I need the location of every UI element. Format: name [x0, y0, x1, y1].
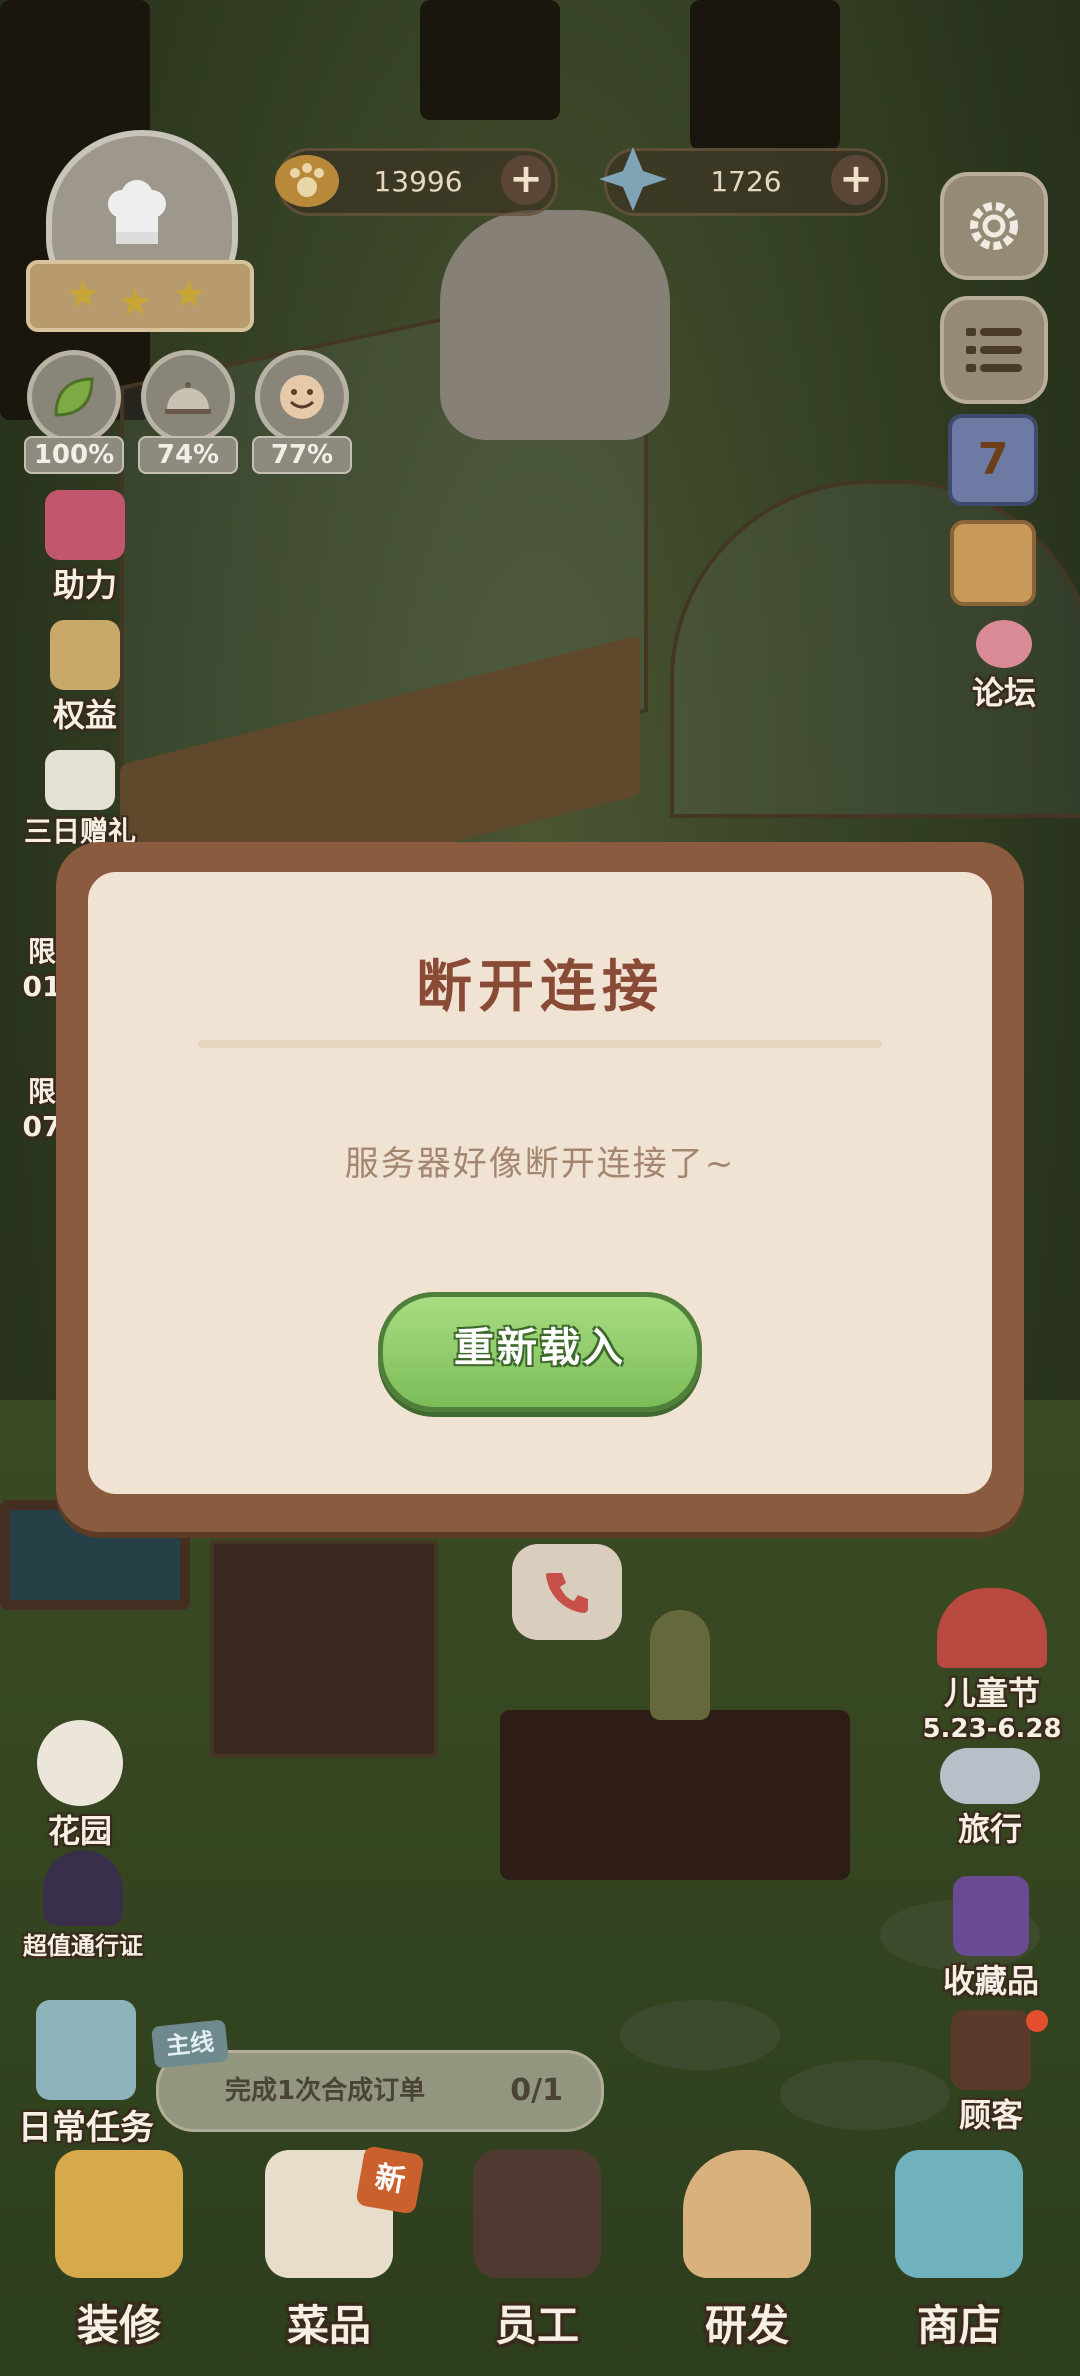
- nav-label: 装修: [76, 2301, 161, 2350]
- customer-book-icon: [951, 2010, 1031, 2090]
- collection-button[interactable]: 收藏品: [926, 1876, 1056, 2002]
- new-badge: 新: [355, 2145, 425, 2215]
- garden-button[interactable]: 花园: [20, 1720, 140, 1852]
- gem-amount: 1726: [710, 165, 782, 198]
- dialog-message: 服务器好像断开连接了~: [344, 1144, 736, 1184]
- carousel-icon: [937, 1588, 1047, 1668]
- star-icon: ★: [66, 272, 101, 316]
- nav-label: 员工: [494, 2301, 579, 2350]
- stat-value: 74%: [138, 436, 238, 474]
- coin-counter[interactable]: 13996 +: [275, 148, 558, 216]
- stat-food[interactable]: 74%: [138, 350, 238, 474]
- nav-staff[interactable]: 员工: [452, 2150, 622, 2376]
- star-icon: ★: [172, 272, 207, 316]
- paint-bucket-icon: [55, 2150, 183, 2278]
- paw-coin-icon: [275, 155, 339, 207]
- star-icon: ★: [118, 280, 153, 324]
- smiley-icon: [255, 350, 349, 444]
- travel-label: 旅行: [957, 1810, 1022, 1848]
- cloche-icon: [141, 350, 235, 444]
- envelope-icon: [950, 520, 1036, 606]
- cat-face-icon: [976, 620, 1032, 668]
- childrens-day-label: 儿童节: [943, 1674, 1040, 1712]
- phone-call-bubble[interactable]: [512, 1544, 622, 1640]
- pass-character-icon: [43, 1850, 123, 1926]
- disconnect-dialog: 断开连接 服务器好像断开连接了~ 重新载入: [56, 842, 1024, 1532]
- travel-button[interactable]: 旅行: [920, 1748, 1060, 1850]
- collection-cabinet-icon: [953, 1876, 1029, 1956]
- airplane-icon: [940, 1748, 1040, 1804]
- settings-button[interactable]: [940, 172, 1048, 280]
- nav-shop[interactable]: 商店: [874, 2150, 1044, 2376]
- shop-storefront-icon: [895, 2150, 1023, 2278]
- dialog-divider: [198, 1040, 882, 1048]
- bottom-nav: 装修 菜品 员工 研发 商店: [0, 2150, 1080, 2376]
- stat-satisfaction[interactable]: 77%: [252, 350, 352, 474]
- quest-progress: 0/1: [510, 2073, 563, 2108]
- calendar-button[interactable]: 7: [948, 414, 1038, 506]
- three-day-gift-button[interactable]: 三日赠礼: [20, 750, 140, 850]
- phone-icon: [546, 1573, 588, 1613]
- stat-cleanliness[interactable]: 100%: [24, 350, 124, 474]
- diamond-gem-icon: [599, 147, 667, 211]
- menu-list-button[interactable]: [940, 296, 1048, 404]
- daily-tasks-button[interactable]: 日常任务: [6, 2000, 166, 2149]
- main-quest-tag: 主线: [151, 2019, 229, 2069]
- benefits-button[interactable]: 权益: [30, 620, 140, 736]
- daily-tasks-label: 日常任务: [18, 2108, 154, 2148]
- pass-label: 超值通行证: [23, 1932, 143, 1960]
- stat-value: 100%: [24, 436, 124, 474]
- mail-button[interactable]: [948, 520, 1038, 606]
- calendar-icon: 7: [948, 414, 1038, 506]
- garden-flower-icon: [37, 1720, 123, 1806]
- dialog-title: 断开连接: [416, 954, 664, 1020]
- add-gems-button[interactable]: +: [831, 155, 881, 205]
- cooking-pot-icon: [683, 2150, 811, 2278]
- notification-dot: [1026, 2010, 1048, 2032]
- stat-value: 77%: [252, 436, 352, 474]
- forum-label: 论坛: [971, 674, 1036, 712]
- gear-icon: [970, 202, 1018, 250]
- help-button[interactable]: 助力: [30, 490, 140, 606]
- clipboard-icon: [36, 2000, 136, 2100]
- childrens-day-event-button[interactable]: 儿童节 5.23-6.28: [912, 1588, 1072, 1744]
- gift-scroll-icon: [45, 750, 115, 810]
- chef-hat-icon: [108, 180, 166, 244]
- collection-label: 收藏品: [942, 1962, 1039, 2000]
- quest-description: 完成1次合成订单: [225, 2076, 426, 2106]
- forum-button[interactable]: 论坛: [944, 620, 1064, 714]
- battle-pass-button[interactable]: 超值通行证: [8, 1850, 158, 1961]
- event-dates: 5.23-6.28: [922, 1714, 1062, 1744]
- restaurant-level-badge[interactable]: ★ ★ ★: [26, 130, 254, 340]
- nav-label: 菜品: [286, 2301, 371, 2350]
- list-icon: [966, 328, 1022, 372]
- nav-decorate[interactable]: 装修: [34, 2150, 204, 2376]
- video-icon: [45, 490, 125, 560]
- nav-label: 商店: [916, 2301, 1001, 2350]
- dialog-body: 断开连接 服务器好像断开连接了~ 重新载入: [88, 872, 992, 1494]
- staff-badge-icon: [473, 2150, 601, 2278]
- main-quest-bar[interactable]: 主线 完成1次合成订单 0/1: [151, 2019, 604, 2132]
- reload-button[interactable]: 重新载入: [378, 1292, 702, 1412]
- customers-label: 顾客: [958, 2096, 1023, 2134]
- add-coins-button[interactable]: +: [501, 155, 551, 205]
- customers-button[interactable]: 顾客: [926, 2010, 1056, 2136]
- nav-research[interactable]: 研发: [662, 2150, 832, 2376]
- coin-amount: 13996: [373, 165, 463, 198]
- help-label: 助力: [52, 566, 117, 604]
- garden-label: 花园: [47, 1812, 112, 1850]
- benefits-card-icon: [50, 620, 120, 690]
- benefits-label: 权益: [52, 696, 117, 734]
- leaf-icon: [27, 350, 121, 444]
- gem-counter[interactable]: 1726 +: [599, 147, 888, 216]
- nav-label: 研发: [704, 2301, 789, 2350]
